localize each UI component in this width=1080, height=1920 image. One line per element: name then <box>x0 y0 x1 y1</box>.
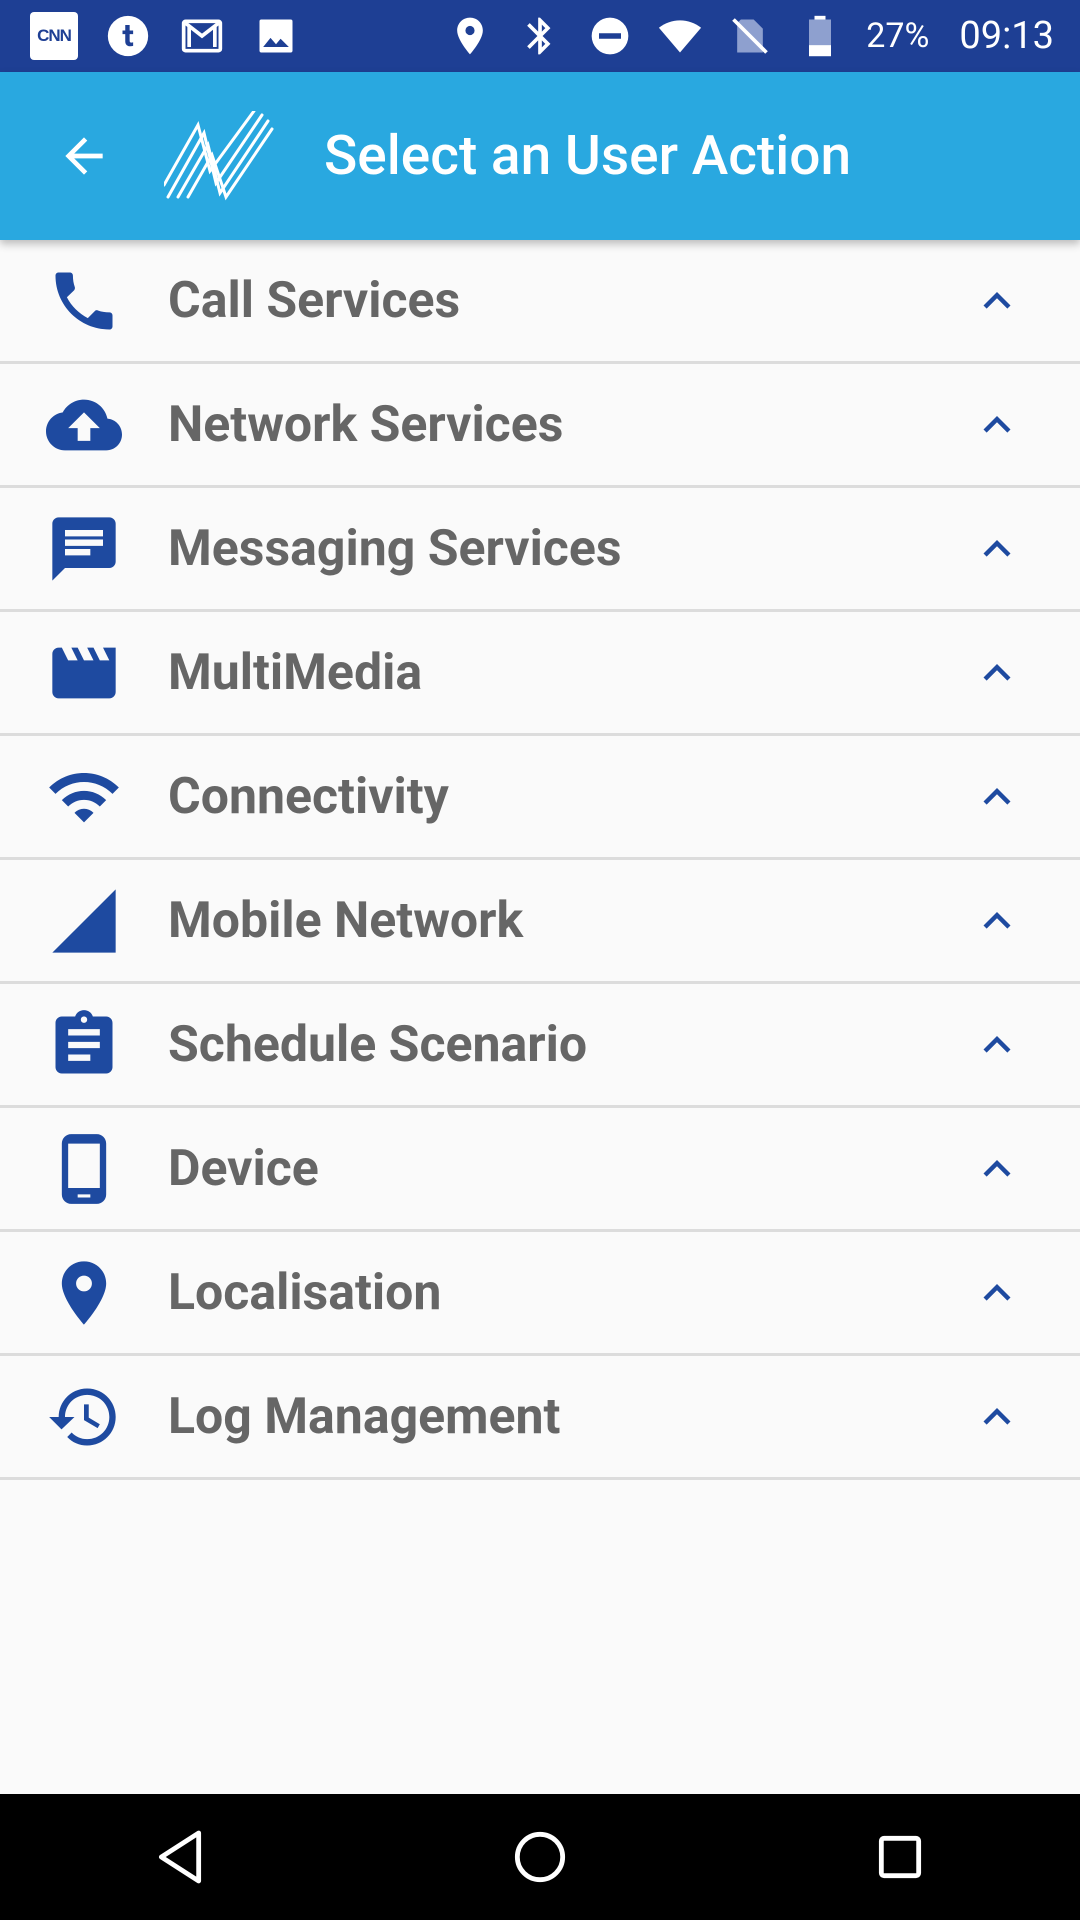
nav-recents-button[interactable] <box>860 1817 940 1897</box>
list-item-label: Localisation <box>168 1263 442 1322</box>
battery-icon <box>796 12 844 60</box>
list-item-multimedia[interactable]: MultiMedia <box>0 612 1080 736</box>
list-item-label: MultiMedia <box>168 643 423 702</box>
user-action-list: Call Services Network Services Messaging… <box>0 240 1080 1480</box>
chevron-up-icon[interactable] <box>970 522 1024 576</box>
wifi-icon <box>656 12 704 60</box>
list-item-label: Schedule Scenario <box>168 1015 588 1074</box>
list-item-label: Messaging Services <box>168 519 622 578</box>
list-item-network-services[interactable]: Network Services <box>0 364 1080 488</box>
chevron-up-icon[interactable] <box>970 646 1024 700</box>
system-nav-bar <box>0 1794 1080 1920</box>
gmail-icon <box>178 12 226 60</box>
list-item-mobile-network[interactable]: Mobile Network <box>0 860 1080 984</box>
chevron-up-icon[interactable] <box>970 894 1024 948</box>
back-triangle-icon <box>158 1830 202 1884</box>
tumblr-icon <box>104 12 152 60</box>
list-item-label: Device <box>168 1139 319 1198</box>
cloud-upload-icon <box>44 385 124 465</box>
arrow-back-icon <box>65 137 103 175</box>
location-icon <box>446 12 494 60</box>
list-item-localisation[interactable]: Localisation <box>0 1232 1080 1356</box>
list-item-label: Connectivity <box>168 767 449 826</box>
list-item-messaging-services[interactable]: Messaging Services <box>0 488 1080 612</box>
app-bar: Select an User Action <box>0 72 1080 240</box>
chevron-up-icon[interactable] <box>970 1142 1024 1196</box>
image-icon <box>252 12 300 60</box>
clock: 09:13 <box>959 14 1054 58</box>
bluetooth-icon <box>516 12 564 60</box>
list-item-label: Network Services <box>168 395 564 454</box>
clipboard-icon <box>44 1005 124 1085</box>
chevron-up-icon[interactable] <box>970 770 1024 824</box>
nav-back-button[interactable] <box>140 1817 220 1897</box>
smartphone-icon <box>44 1129 124 1209</box>
signal-icon <box>44 881 124 961</box>
back-button[interactable] <box>54 126 114 186</box>
do-not-disturb-icon <box>586 12 634 60</box>
list-item-call-services[interactable]: Call Services <box>0 240 1080 364</box>
history-icon <box>44 1377 124 1457</box>
list-item-label: Mobile Network <box>168 891 524 950</box>
status-bar: CNN 27% 09:13 <box>0 0 1080 72</box>
list-item-device[interactable]: Device <box>0 1108 1080 1232</box>
app-logo <box>162 109 274 201</box>
location-pin-icon <box>44 1253 124 1333</box>
chevron-up-icon[interactable] <box>970 1018 1024 1072</box>
no-sim-icon <box>726 12 774 60</box>
recents-square-icon <box>878 1835 922 1879</box>
chevron-up-icon[interactable] <box>970 1390 1024 1444</box>
list-item-label: Call Services <box>168 271 461 330</box>
chevron-up-icon[interactable] <box>970 274 1024 328</box>
battery-percent: 27% <box>866 16 930 56</box>
list-item-connectivity[interactable]: Connectivity <box>0 736 1080 860</box>
wifi-icon <box>44 757 124 837</box>
page-title: Select an User Action <box>324 124 852 188</box>
cnn-icon: CNN <box>30 12 78 60</box>
movie-icon <box>44 633 124 713</box>
list-item-log-management[interactable]: Log Management <box>0 1356 1080 1480</box>
home-circle-icon <box>514 1831 566 1883</box>
nav-home-button[interactable] <box>500 1817 580 1897</box>
chevron-up-icon[interactable] <box>970 1266 1024 1320</box>
chevron-up-icon[interactable] <box>970 398 1024 452</box>
message-icon <box>44 509 124 589</box>
phone-icon <box>44 261 124 341</box>
list-item-schedule-scenario[interactable]: Schedule Scenario <box>0 984 1080 1108</box>
list-item-label: Log Management <box>168 1387 561 1446</box>
